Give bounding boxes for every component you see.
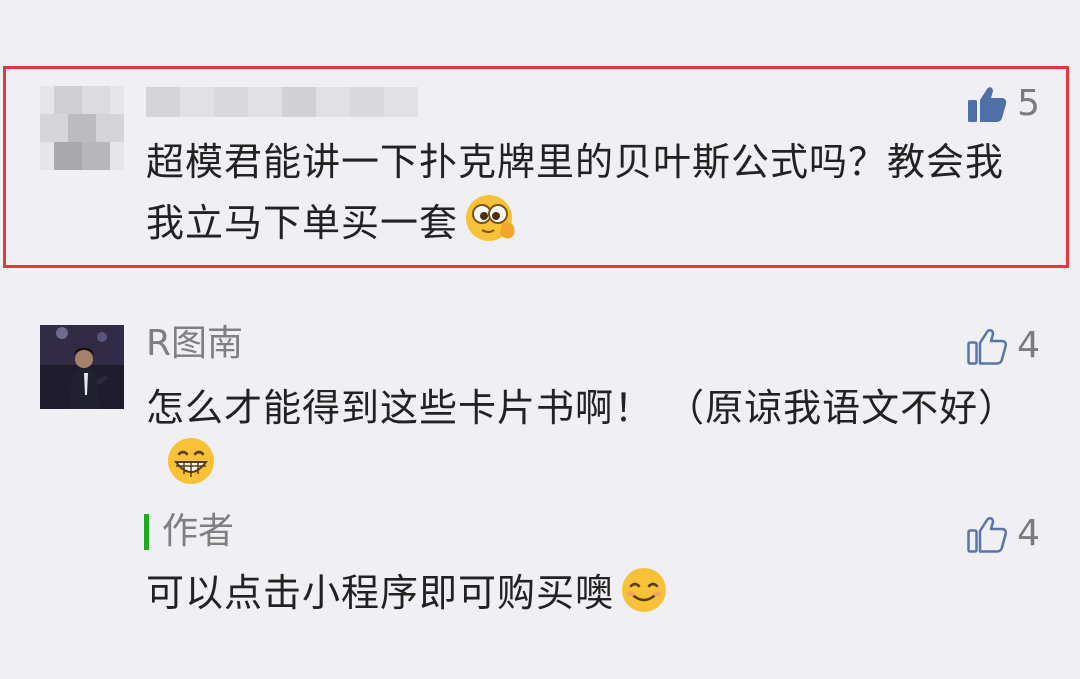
comment-text: 超模君能讲一下扑克牌里的贝叶斯公式吗？教会我我立马下单买一套 <box>146 134 1041 259</box>
thumbs-up-outline-icon <box>967 329 1008 365</box>
comment-text-content: 超模君能讲一下扑克牌里的贝叶斯公式吗？教会我我立马下单买一套 <box>146 140 1005 245</box>
grin-emoji <box>166 436 216 501</box>
eyes-peek-emoji <box>464 190 518 259</box>
reply-text-content: 可以点击小程序即可购买噢 <box>146 571 615 615</box>
username-blurred[interactable] <box>146 84 418 128</box>
avatar-blurred[interactable] <box>40 86 124 170</box>
author-label: 作者 <box>162 511 235 552</box>
smile-emoji <box>620 566 668 629</box>
like-button[interactable]: 4 <box>967 512 1040 556</box>
thumbs-up-outline-icon <box>967 517 1008 553</box>
like-count: 5 <box>1017 83 1040 124</box>
avatar[interactable] <box>40 325 124 409</box>
thumbs-up-filled-icon <box>968 87 1007 122</box>
username[interactable]: R图南 <box>146 322 243 366</box>
like-button[interactable]: 5 <box>967 82 1040 126</box>
like-button[interactable]: 4 <box>967 324 1040 368</box>
comment-text-content: 怎么才能得到这些卡片书啊！ （原谅我语文不好） <box>146 386 1018 430</box>
comment-list: 5 超模君能讲一下扑克牌里的贝叶斯公式吗？教会我我立马下单买一套 R图南 4 怎… <box>0 0 1080 679</box>
like-count: 4 <box>1017 325 1040 366</box>
like-count: 4 <box>1017 513 1040 554</box>
reply-text: 可以点击小程序即可购买噢 <box>146 565 1041 629</box>
comment-text: 怎么才能得到这些卡片书啊！ （原谅我语文不好） <box>146 380 1041 501</box>
author-indicator-bar <box>144 514 149 550</box>
